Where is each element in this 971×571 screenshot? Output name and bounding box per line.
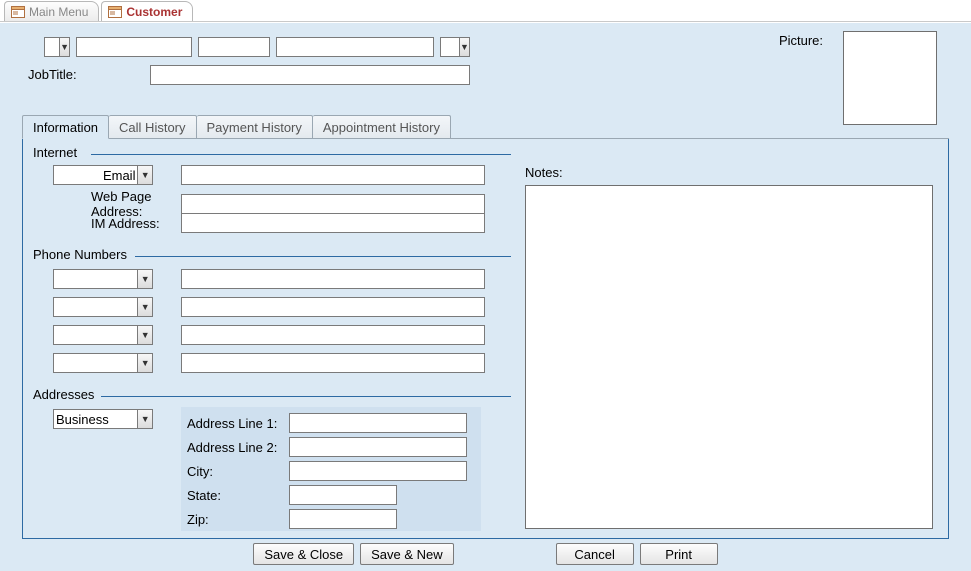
name-header-row: ▼ ▼ <box>44 37 470 57</box>
form-icon <box>108 6 122 18</box>
group-phone-line <box>135 256 511 257</box>
tab-label: Payment History <box>207 120 302 135</box>
phone-type-combo[interactable]: ▼ <box>53 325 153 345</box>
phone-number-input[interactable] <box>181 269 485 289</box>
page-tab-label: Customer <box>126 5 182 19</box>
form-icon <box>11 6 25 18</box>
chevron-down-icon[interactable]: ▼ <box>459 38 469 56</box>
tab-information[interactable]: Information <box>22 115 109 139</box>
email-type-combo[interactable]: Email ▼ <box>53 165 153 185</box>
email-input[interactable] <box>181 165 485 185</box>
print-button[interactable]: Print <box>640 543 718 565</box>
phone-type-combo[interactable]: ▼ <box>53 297 153 317</box>
middlename-input[interactable] <box>198 37 270 57</box>
suffix-select[interactable] <box>441 38 459 56</box>
notes-textarea[interactable] <box>525 185 933 529</box>
phone-number-input[interactable] <box>181 297 485 317</box>
tab-underline <box>451 115 949 139</box>
address-type-select[interactable]: Business <box>54 410 137 428</box>
picture-label: Picture: <box>771 33 831 48</box>
firstname-input[interactable] <box>76 37 192 57</box>
email-type-select[interactable]: Email <box>54 166 137 184</box>
chevron-down-icon[interactable]: ▼ <box>137 298 152 316</box>
address-panel: Address Line 1: Address Line 2: City: St… <box>181 407 481 531</box>
city-label: City: <box>187 464 287 479</box>
address-line1-input[interactable] <box>289 413 467 433</box>
chevron-down-icon[interactable]: ▼ <box>137 326 152 344</box>
button-bar: Save & Close Save & New Cancel Print <box>0 543 971 565</box>
chevron-down-icon[interactable]: ▼ <box>137 166 152 184</box>
address-line2-input[interactable] <box>289 437 467 457</box>
im-input[interactable] <box>181 213 485 233</box>
address-type-combo[interactable]: Business ▼ <box>53 409 153 429</box>
address-line2-label: Address Line 2: <box>187 440 287 455</box>
chevron-down-icon[interactable]: ▼ <box>137 354 152 372</box>
tab-label: Appointment History <box>323 120 440 135</box>
tab-label: Call History <box>119 120 185 135</box>
page-tab-label: Main Menu <box>29 5 88 19</box>
chevron-down-icon[interactable]: ▼ <box>59 38 69 56</box>
tab-page-information: Internet Email ▼ Web Page Address: IM Ad… <box>22 139 949 539</box>
address-line1-label: Address Line 1: <box>187 416 287 431</box>
chevron-down-icon[interactable]: ▼ <box>137 270 152 288</box>
detail-tab-strip: Information Call History Payment History… <box>22 115 949 139</box>
group-addresses-line <box>101 396 511 397</box>
zip-label: Zip: <box>187 512 287 527</box>
jobtitle-input[interactable] <box>150 65 470 85</box>
city-input[interactable] <box>289 461 467 481</box>
lastname-input[interactable] <box>276 37 434 57</box>
cancel-button[interactable]: Cancel <box>556 543 634 565</box>
state-label: State: <box>187 488 287 503</box>
picture-box[interactable] <box>843 31 937 125</box>
zip-input[interactable] <box>289 509 397 529</box>
phone-type-combo[interactable]: ▼ <box>53 269 153 289</box>
tab-label: Information <box>33 120 98 135</box>
group-phone-label: Phone Numbers <box>33 247 127 262</box>
prefix-combo[interactable]: ▼ <box>44 37 70 57</box>
prefix-select[interactable] <box>45 38 59 56</box>
tab-payment-history[interactable]: Payment History <box>197 115 313 139</box>
suffix-combo[interactable]: ▼ <box>440 37 470 57</box>
detail-tab-control: Information Call History Payment History… <box>22 115 949 539</box>
phone-type-combo[interactable]: ▼ <box>53 353 153 373</box>
save-close-button[interactable]: Save & Close <box>253 543 354 565</box>
save-new-button[interactable]: Save & New <box>360 543 454 565</box>
phone-number-input[interactable] <box>181 353 485 373</box>
group-internet-line <box>91 154 511 155</box>
page-tab-bar: Main Menu Customer <box>0 0 971 22</box>
webpage-input[interactable] <box>181 194 485 214</box>
tab-call-history[interactable]: Call History <box>109 115 196 139</box>
im-label: IM Address: <box>53 216 183 231</box>
jobtitle-label: JobTitle: <box>28 67 77 82</box>
page-tab-customer[interactable]: Customer <box>101 1 193 21</box>
group-addresses-label: Addresses <box>33 387 94 402</box>
tab-appointment-history[interactable]: Appointment History <box>313 115 451 139</box>
notes-label: Notes: <box>525 165 563 180</box>
page-tab-main-menu[interactable]: Main Menu <box>4 1 99 21</box>
phone-number-input[interactable] <box>181 325 485 345</box>
form-canvas: ▼ ▼ JobTitle: Picture: Information Call … <box>0 22 971 571</box>
state-input[interactable] <box>289 485 397 505</box>
chevron-down-icon[interactable]: ▼ <box>137 410 152 428</box>
group-internet-label: Internet <box>33 145 77 160</box>
